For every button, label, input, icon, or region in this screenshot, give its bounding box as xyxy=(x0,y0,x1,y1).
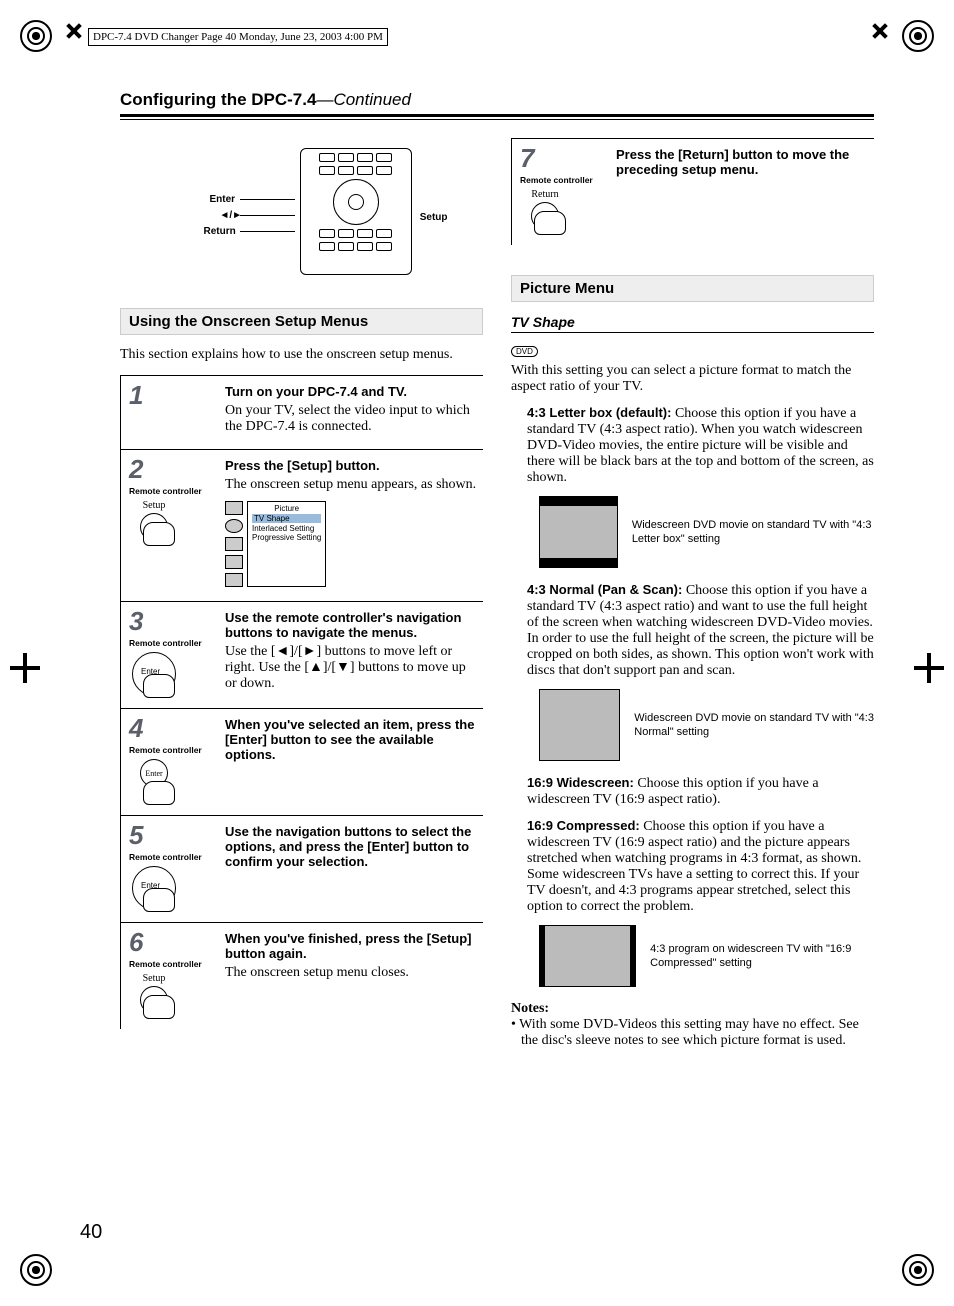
remote-controller-icon xyxy=(300,148,412,275)
option-normal: 4:3 Normal (Pan & Scan): Choose this opt… xyxy=(527,582,874,679)
subsubheading-tv-shape: TV Shape xyxy=(511,314,874,333)
step-text: On your TV, select the video input to wh… xyxy=(225,403,470,434)
step-row: 4 Remote controller Enter When you've se… xyxy=(121,708,483,815)
osd-menu-figure: Picture TV Shape Interlaced Setting Prog… xyxy=(225,501,479,587)
remote-figure: Enter ◄/► Return Setup xyxy=(120,148,483,278)
registration-mark-icon xyxy=(902,1254,934,1286)
step-number: 5 xyxy=(129,822,215,848)
figure-caption: Widescreen DVD movie on standard TV with… xyxy=(632,518,874,547)
remote-controller-label: Remote controller xyxy=(129,852,215,862)
tv-icon xyxy=(539,496,618,568)
step-text: The onscreen setup menu appears, as show… xyxy=(225,477,476,492)
step-text: Use the [◄]/[►] buttons to move left or … xyxy=(225,644,466,691)
rule-thick xyxy=(120,114,874,117)
step-text: The onscreen setup menu closes. xyxy=(225,965,409,980)
note-item: • With some DVD-Videos this setting may … xyxy=(521,1017,874,1049)
registration-mark-icon xyxy=(20,1254,52,1286)
step-row: 5 Remote controller Use the navigation b… xyxy=(121,815,483,922)
setup-button-icon: Setup xyxy=(129,500,179,546)
step-row: 2 Remote controller Setup Press the [Set… xyxy=(121,449,483,601)
registration-mark-icon xyxy=(20,20,52,52)
remote-label-setup: Setup xyxy=(420,212,448,223)
dpad-icon xyxy=(129,866,179,912)
step-number: 7 xyxy=(520,145,606,171)
left-column: Enter ◄/► Return Setup Usin xyxy=(120,138,483,1049)
remote-controller-label: Remote controller xyxy=(129,959,215,969)
remote-controller-label: Remote controller xyxy=(129,745,215,755)
step-row: 7 Remote controller Return Press the [Re… xyxy=(512,138,874,245)
crop-mark-icon xyxy=(871,22,889,40)
remote-controller-label: Remote controller xyxy=(520,175,606,185)
step-bold: Press the [Return] button to move the pr… xyxy=(616,147,870,177)
figure-compressed: 4:3 program on widescreen TV with "16:9 … xyxy=(539,925,874,987)
step-row: 3 Remote controller Use the remote contr… xyxy=(121,601,483,708)
crop-mark-icon xyxy=(10,653,40,683)
enter-button-icon: Enter xyxy=(129,759,179,805)
step-number: 6 xyxy=(129,929,215,955)
return-button-icon: Return xyxy=(520,189,570,235)
figure-normal: Widescreen DVD movie on standard TV with… xyxy=(539,689,874,761)
tv-shape-intro: With this setting you can select a pictu… xyxy=(511,363,874,395)
remote-label-enter: Enter xyxy=(210,194,236,205)
notes-heading: Notes: xyxy=(511,1001,874,1017)
setup-button-icon: Setup xyxy=(129,973,179,1019)
figure-letterbox: Widescreen DVD movie on standard TV with… xyxy=(539,496,874,568)
step-row: 1 Turn on your DPC-7.4 and TV. On your T… xyxy=(121,375,483,449)
step-table: 1 Turn on your DPC-7.4 and TV. On your T… xyxy=(120,375,483,1029)
rule-thin xyxy=(120,119,874,120)
figure-caption: Widescreen DVD movie on standard TV with… xyxy=(634,711,874,740)
crop-mark-icon xyxy=(914,653,944,683)
step-row: 6 Remote controller Setup When you've fi… xyxy=(121,922,483,1029)
page: DPC-7.4 DVD Changer Page 40 Monday, June… xyxy=(0,0,954,1306)
print-header: DPC-7.4 DVD Changer Page 40 Monday, June… xyxy=(88,28,388,46)
dpad-icon xyxy=(129,652,179,698)
step-bold: Turn on your DPC-7.4 and TV. xyxy=(225,384,479,399)
tv-icon xyxy=(539,689,620,761)
step-number: 2 xyxy=(129,456,215,482)
intro-text: This section explains how to use the ons… xyxy=(120,347,483,363)
section-title: Configuring the DPC-7.4—Continued xyxy=(120,90,874,110)
step-number: 3 xyxy=(129,608,215,634)
step-bold: When you've finished, press the [Setup] … xyxy=(225,931,479,961)
step-bold: When you've selected an item, press the … xyxy=(225,717,479,762)
remote-controller-label: Remote controller xyxy=(129,638,215,648)
registration-mark-icon xyxy=(902,20,934,52)
remote-label-return: Return xyxy=(204,226,236,237)
option-compressed: 16:9 Compressed: Choose this option if y… xyxy=(527,818,874,915)
crop-mark-icon xyxy=(65,22,83,40)
tv-icon xyxy=(539,925,636,987)
page-number: 40 xyxy=(80,1221,102,1244)
step-bold: Use the remote controller's navigation b… xyxy=(225,610,479,640)
step-bold: Use the navigation buttons to select the… xyxy=(225,824,479,869)
figure-caption: 4:3 program on widescreen TV with "16:9 … xyxy=(650,942,874,971)
step-number: 1 xyxy=(129,382,215,408)
remote-controller-label: Remote controller xyxy=(129,486,215,496)
right-column: 7 Remote controller Return Press the [Re… xyxy=(511,138,874,1049)
dvd-badge-icon: DVD xyxy=(511,346,538,357)
section-title-continued: —Continued xyxy=(316,90,411,109)
option-letterbox: 4:3 Letter box (default): Choose this op… xyxy=(527,405,874,486)
subheading-picture-menu: Picture Menu xyxy=(511,275,874,302)
step-bold: Press the [Setup] button. xyxy=(225,458,479,473)
subheading-using-menus: Using the Onscreen Setup Menus xyxy=(120,308,483,335)
section-title-main: Configuring the DPC-7.4 xyxy=(120,90,316,109)
step-number: 4 xyxy=(129,715,215,741)
option-widescreen: 16:9 Widescreen: Choose this option if y… xyxy=(527,775,874,808)
